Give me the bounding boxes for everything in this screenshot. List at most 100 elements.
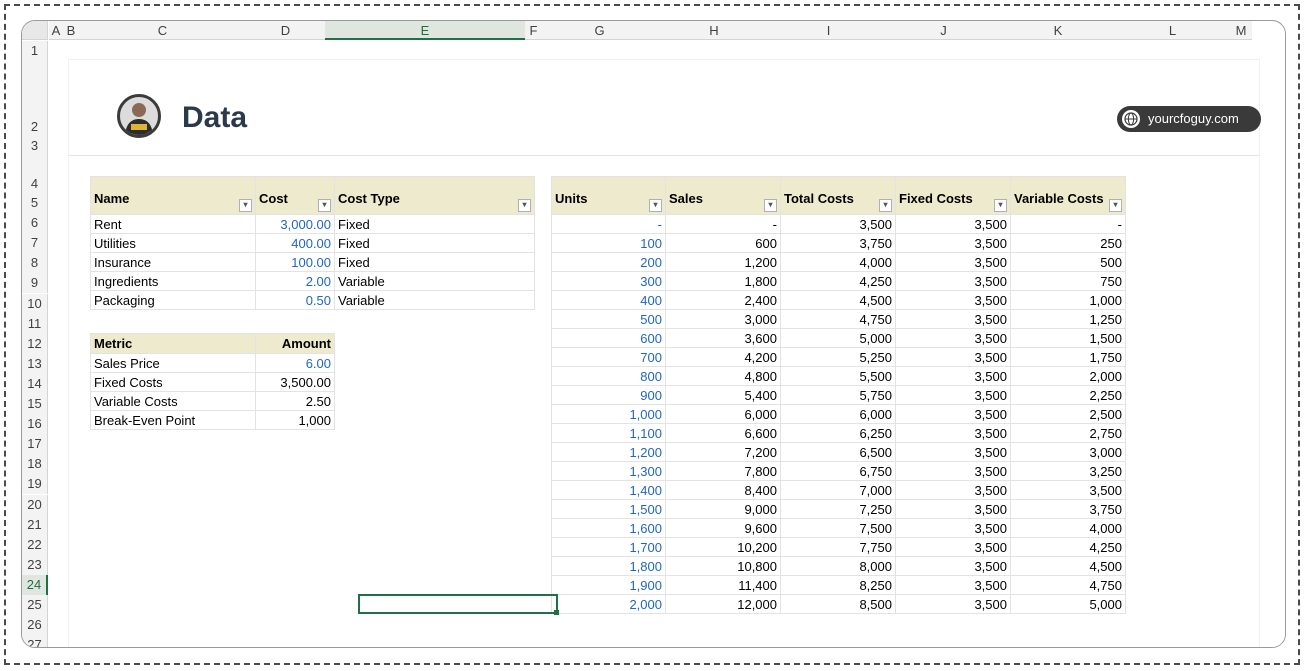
table-cell[interactable]: 400.00	[255, 233, 335, 253]
table-cell[interactable]: 3,500	[895, 480, 1011, 500]
row-header-27[interactable]: 27	[22, 635, 48, 647]
row-header-22[interactable]: 22	[22, 534, 48, 555]
table-cell[interactable]: 7,250	[780, 499, 896, 519]
table-cell[interactable]: 3,750	[1010, 499, 1126, 519]
table-cell[interactable]: 6,500	[780, 442, 896, 462]
table-cell[interactable]: Fixed	[334, 252, 535, 272]
column-header-k[interactable]: K	[1001, 21, 1115, 40]
row-header-5[interactable]: 5	[22, 193, 48, 214]
worksheet[interactable]: Data yourcfoguy.com Name ▾ Cost ▾ Cost Type ▾…	[49, 41, 1285, 647]
table-cell[interactable]: 1,500	[551, 499, 666, 519]
filter-dropdown-icon[interactable]: ▾	[879, 199, 892, 212]
filter-dropdown-icon[interactable]: ▾	[518, 199, 531, 212]
table-cell[interactable]: Utilities	[90, 233, 256, 253]
table-cell[interactable]: 1,400	[551, 480, 666, 500]
row-header-11[interactable]: 11	[22, 313, 48, 334]
table-cell[interactable]: 2,000	[1010, 366, 1126, 386]
table-cell[interactable]: 3,500	[895, 252, 1011, 272]
table-cell[interactable]: 1,000	[255, 410, 335, 430]
table-cell[interactable]: 2,250	[1010, 385, 1126, 405]
row-header-19[interactable]: 19	[22, 474, 48, 495]
table-cell[interactable]: 6,600	[665, 423, 781, 443]
table-cell[interactable]: Break-Even Point	[90, 410, 256, 430]
table-cell[interactable]: 2,500	[1010, 404, 1126, 424]
table-cell[interactable]: 1,000	[1010, 290, 1126, 310]
table-cell[interactable]: 1,900	[551, 575, 666, 595]
table-cell[interactable]: 10,800	[665, 556, 781, 576]
row-header-16[interactable]: 16	[22, 414, 48, 435]
table-cell[interactable]: 3,000	[1010, 442, 1126, 462]
table-cell[interactable]: 4,000	[780, 252, 896, 272]
column-header-c[interactable]: C	[79, 21, 246, 40]
table-cell[interactable]: 3,500	[895, 556, 1011, 576]
row-header-3[interactable]: 3	[22, 136, 48, 155]
table-cell[interactable]: 2.00	[255, 271, 335, 291]
column-header-l[interactable]: L	[1115, 21, 1230, 40]
table-cell[interactable]: 3,500	[895, 328, 1011, 348]
column-header-i[interactable]: I	[771, 21, 886, 40]
table-cell[interactable]: 600	[665, 233, 781, 253]
select-all-corner[interactable]	[22, 21, 48, 40]
table-cell[interactable]: 3,500	[895, 233, 1011, 253]
table-cell[interactable]: Rent	[90, 214, 256, 234]
website-link-button[interactable]: yourcfoguy.com	[1117, 106, 1261, 132]
table-cell[interactable]: 8,000	[780, 556, 896, 576]
table-cell[interactable]: 5,400	[665, 385, 781, 405]
table-cell[interactable]: 100.00	[255, 252, 335, 272]
row-header-7[interactable]: 7	[22, 233, 48, 254]
table-cell[interactable]: 6,000	[780, 404, 896, 424]
table-cell[interactable]: 1,300	[551, 461, 666, 481]
table-cell[interactable]: 1,250	[1010, 309, 1126, 329]
table-cell[interactable]: 7,750	[780, 537, 896, 557]
table-cell[interactable]: 8,400	[665, 480, 781, 500]
fill-handle[interactable]	[554, 610, 559, 615]
table-cell[interactable]: 7,500	[780, 518, 896, 538]
row-header-8[interactable]: 8	[22, 253, 48, 274]
table-cell[interactable]: 500	[1010, 252, 1126, 272]
filter-dropdown-icon[interactable]: ▾	[239, 199, 252, 212]
column-header-a[interactable]: A	[49, 21, 63, 40]
table-cell[interactable]: 4,750	[1010, 575, 1126, 595]
table-cell[interactable]: 3,500	[895, 594, 1011, 614]
column-header-f[interactable]: F	[525, 21, 542, 40]
table-cell[interactable]: 200	[551, 252, 666, 272]
table-cell[interactable]: 7,800	[665, 461, 781, 481]
table-cell[interactable]: -	[1010, 214, 1126, 234]
table-cell[interactable]: 3,500	[895, 575, 1011, 595]
column-header-e[interactable]: E	[325, 21, 525, 40]
table-cell[interactable]: 5,500	[780, 366, 896, 386]
table-cell[interactable]: Fixed	[334, 214, 535, 234]
row-header-17[interactable]: 17	[22, 434, 48, 455]
table-cell[interactable]: 1,800	[551, 556, 666, 576]
table-cell[interactable]: 1,000	[551, 404, 666, 424]
table-cell[interactable]: 500	[551, 309, 666, 329]
table-cell[interactable]: 100	[551, 233, 666, 253]
table-cell[interactable]: 7,200	[665, 442, 781, 462]
table-cell[interactable]: 3,000	[665, 309, 781, 329]
table-cell[interactable]: 4,250	[1010, 537, 1126, 557]
table-cell[interactable]: 0.50	[255, 290, 335, 310]
column-header-d[interactable]: D	[246, 21, 325, 40]
table-cell[interactable]: Variable	[334, 271, 535, 291]
table-cell[interactable]: 9,000	[665, 499, 781, 519]
table-cell[interactable]: 7,000	[780, 480, 896, 500]
row-header-12[interactable]: 12	[22, 333, 48, 354]
table-cell[interactable]: 3,500	[780, 214, 896, 234]
table-cell[interactable]: 3,500	[895, 290, 1011, 310]
table-cell[interactable]: 10,200	[665, 537, 781, 557]
row-header-2[interactable]: 2	[22, 60, 48, 136]
table-cell[interactable]: 2,400	[665, 290, 781, 310]
table-cell[interactable]: 5,750	[780, 385, 896, 405]
table-cell[interactable]: 2.50	[255, 391, 335, 411]
table-cell[interactable]: 4,200	[665, 347, 781, 367]
row-header-6[interactable]: 6	[22, 213, 48, 234]
table-cell[interactable]: Insurance	[90, 252, 256, 272]
table-cell[interactable]: 5,000	[780, 328, 896, 348]
table-cell[interactable]: 1,200	[665, 252, 781, 272]
column-header-j[interactable]: J	[886, 21, 1001, 40]
table-cell[interactable]: 4,000	[1010, 518, 1126, 538]
table-cell[interactable]: 5,000	[1010, 594, 1126, 614]
row-header-21[interactable]: 21	[22, 514, 48, 535]
table-cell[interactable]: 1,750	[1010, 347, 1126, 367]
table-cell[interactable]: 4,800	[665, 366, 781, 386]
